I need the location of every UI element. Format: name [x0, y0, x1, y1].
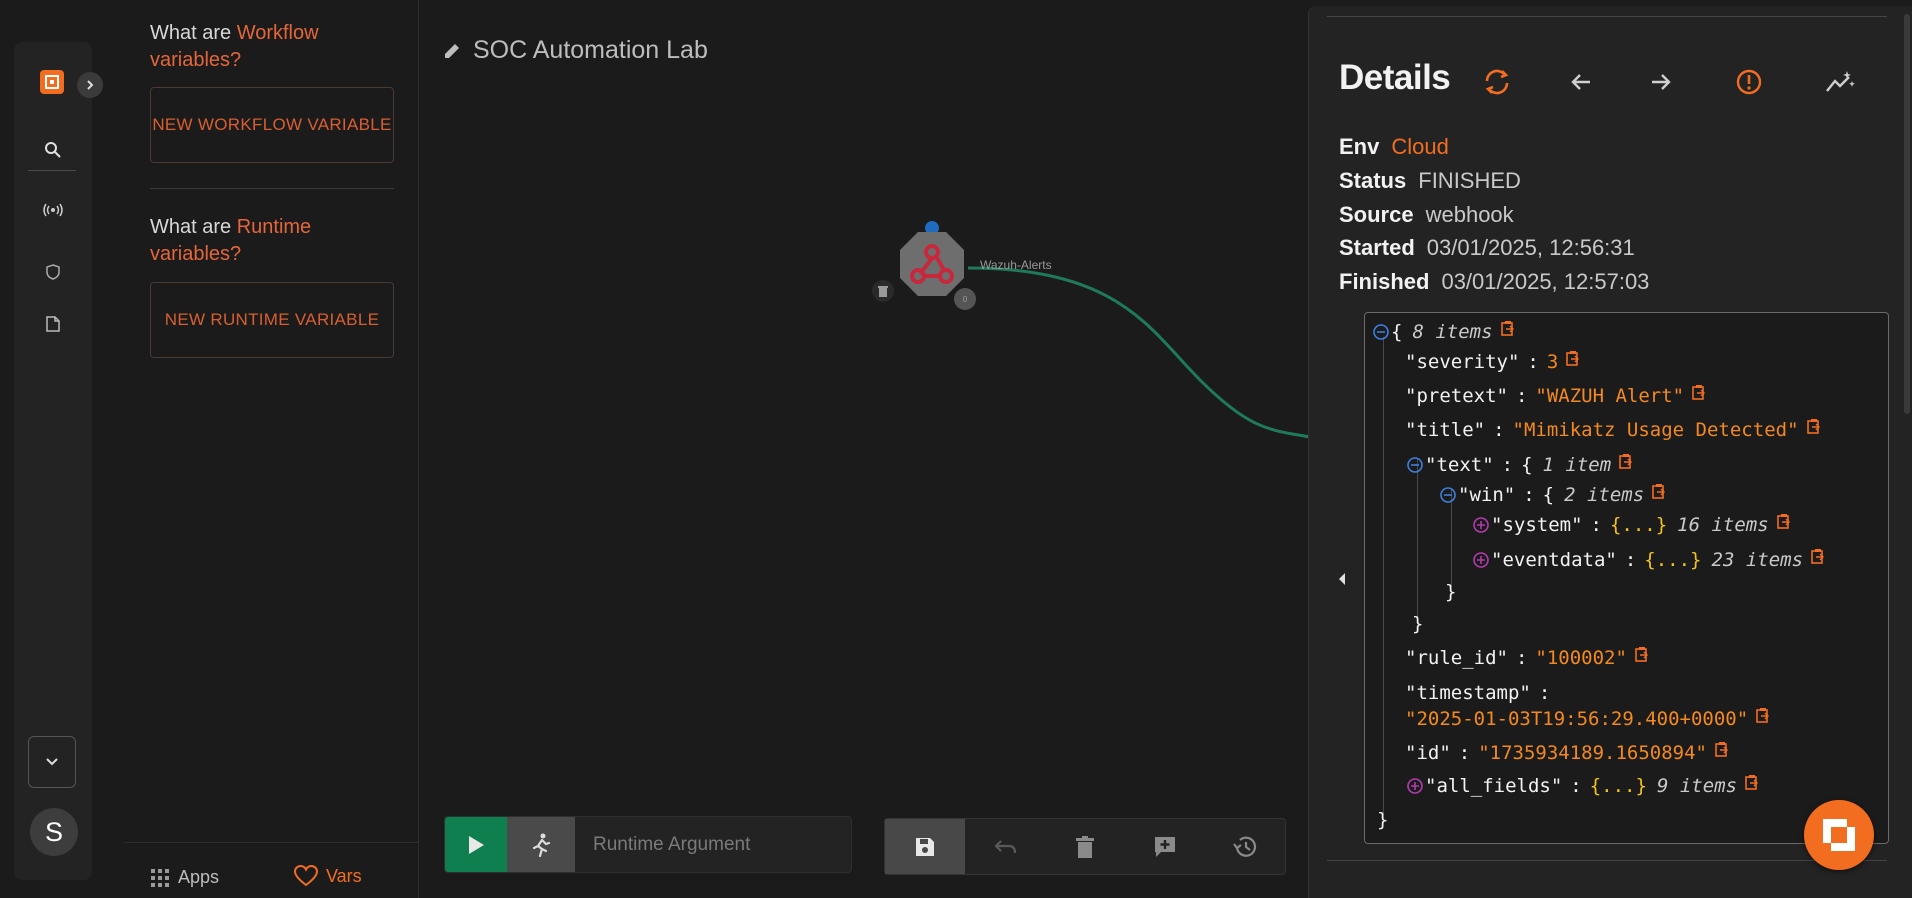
- refresh-icon[interactable]: [1481, 66, 1513, 98]
- arrow-right-icon[interactable]: [1645, 66, 1677, 98]
- workflow-variables-question: What are Workflow variables?: [150, 22, 319, 71]
- json-close-brace: }: [1377, 809, 1389, 831]
- finished-row: Finished 03/01/2025, 12:57:03: [1339, 269, 1650, 294]
- runtime-argument-input[interactable]: Runtime Argument: [575, 817, 851, 872]
- collapse-toggle-icon[interactable]: [1407, 457, 1423, 473]
- execute-button[interactable]: [445, 817, 507, 872]
- json-eventdata: "eventdata": {...} 23 items: [1473, 549, 1825, 571]
- trash-icon[interactable]: [872, 280, 894, 302]
- magic-wand-icon[interactable]: [1824, 66, 1856, 98]
- trash-icon: [1076, 835, 1094, 858]
- save-button[interactable]: [885, 819, 965, 874]
- undo-button[interactable]: [965, 819, 1045, 874]
- shuffle-assistant-button[interactable]: [1804, 800, 1874, 870]
- copy-icon[interactable]: [1566, 350, 1580, 366]
- history-button[interactable]: [1205, 819, 1285, 874]
- json-all-fields: "all_fields": {...} 9 items: [1407, 775, 1759, 797]
- document-icon[interactable]: [39, 310, 67, 338]
- json-timestamp-key: "timestamp":: [1405, 682, 1551, 704]
- copy-icon[interactable]: [1715, 741, 1729, 757]
- copy-icon[interactable]: [1500, 320, 1515, 336]
- variables-panel: What are Workflow variables? NEW WORKFLO…: [124, 0, 419, 898]
- status-row: Status FINISHED: [1339, 168, 1521, 193]
- expand-toggle-icon[interactable]: [1473, 552, 1489, 568]
- details-title: Details: [1339, 58, 1451, 97]
- json-close-brace: }: [1412, 613, 1424, 635]
- new-runtime-variable-button[interactable]: NEW RUNTIME VARIABLE: [150, 282, 394, 358]
- json-rule-id: "rule_id": "100002": [1405, 647, 1649, 669]
- heart-icon: [294, 865, 318, 887]
- icon-rail: S: [14, 42, 103, 880]
- workflow-canvas[interactable]: SOC Automation Lab Wazuh-Alerts 0 Runtim…: [420, 0, 1310, 898]
- expand-sidebar-icon[interactable]: [77, 72, 103, 98]
- scrollbar[interactable]: [1904, 14, 1910, 414]
- new-workflow-variable-button[interactable]: NEW WORKFLOW VARIABLE: [150, 87, 394, 163]
- started-row: Started 03/01/2025, 12:56:31: [1339, 235, 1635, 260]
- running-person-icon: [532, 833, 551, 857]
- divider: [1327, 16, 1887, 17]
- avatar[interactable]: S: [30, 808, 78, 856]
- runtime-variables-question: What are Runtime variables?: [150, 216, 312, 265]
- copy-icon[interactable]: [1745, 774, 1759, 790]
- json-timestamp-value: "2025-01-03T19:56:29.400+0000": [1405, 708, 1770, 730]
- json-text: "text":{1 item: [1407, 454, 1633, 476]
- apps-tab[interactable]: Apps: [150, 867, 219, 888]
- delete-button[interactable]: [1045, 819, 1125, 874]
- collapse-toggle-icon[interactable]: [1373, 324, 1389, 340]
- add-comment-button[interactable]: [1125, 819, 1205, 874]
- save-icon: [916, 837, 934, 856]
- step-run-button[interactable]: [507, 817, 575, 872]
- workflow-edge[interactable]: [420, 0, 1310, 898]
- json-title: "title": "Mimikatz Usage Detected": [1405, 419, 1821, 441]
- json-severity: "severity":3: [1405, 351, 1580, 373]
- play-icon: [469, 835, 484, 854]
- expand-toggle-icon[interactable]: [1407, 778, 1423, 794]
- expand-toggle-icon[interactable]: [1473, 517, 1489, 533]
- panel-footer: Apps Vars: [124, 842, 419, 898]
- node-count-badge: 0: [954, 288, 976, 310]
- caret-left-icon[interactable]: [1337, 572, 1347, 591]
- copy-icon[interactable]: [1811, 548, 1825, 564]
- shield-icon[interactable]: [39, 258, 67, 286]
- env-row: Env Cloud: [1339, 134, 1449, 159]
- copy-icon[interactable]: [1692, 384, 1706, 400]
- json-pretext: "pretext": "WAZUH Alert": [1405, 385, 1706, 407]
- divider: [1327, 860, 1887, 861]
- shuffle-logo-icon: [1823, 819, 1855, 851]
- shuffle-logo-icon[interactable]: [40, 70, 64, 94]
- json-id: "id": "1735934189.1650894": [1405, 742, 1729, 764]
- undo-icon: [994, 839, 1017, 853]
- copy-icon[interactable]: [1776, 513, 1791, 529]
- json-close-brace: }: [1445, 581, 1457, 603]
- json-viewer[interactable]: {8 items "severity":3 "pretext": "WAZUH A…: [1364, 312, 1889, 844]
- source-row: Source webhook: [1339, 202, 1514, 227]
- search-icon[interactable]: [39, 136, 67, 164]
- broadcast-icon[interactable]: [39, 196, 67, 224]
- canvas-toolbar: [884, 818, 1286, 875]
- divider: [150, 188, 394, 189]
- copy-icon[interactable]: [1806, 418, 1821, 434]
- rail-divider: [28, 170, 76, 171]
- collapse-toggle-icon[interactable]: [1440, 487, 1456, 503]
- app-root: S What are Workflow variables? NEW WORKF…: [0, 0, 1912, 898]
- details-panel: Details Env Cloud Status FINISHED Source we…: [1308, 6, 1912, 898]
- arrow-left-icon[interactable]: [1565, 66, 1597, 98]
- run-bar: Runtime Argument: [444, 816, 852, 873]
- copy-icon[interactable]: [1635, 646, 1649, 662]
- alert-circle-icon[interactable]: [1733, 66, 1765, 98]
- add-comment-icon: [1155, 836, 1175, 857]
- node-label: Wazuh-Alerts: [980, 258, 1052, 272]
- copy-icon[interactable]: [1756, 707, 1770, 723]
- json-system: "system": {...} 16 items: [1473, 514, 1791, 536]
- webhook-node[interactable]: [896, 228, 968, 300]
- copy-icon[interactable]: [1652, 483, 1666, 499]
- json-win: "win":{2 items: [1440, 484, 1666, 506]
- grid-icon: [151, 868, 169, 887]
- copy-icon[interactable]: [1619, 453, 1633, 469]
- history-icon: [1233, 836, 1257, 857]
- json-root: {8 items: [1373, 321, 1515, 343]
- vars-tab[interactable]: Vars: [294, 865, 362, 887]
- collapse-menu-button[interactable]: [28, 736, 76, 788]
